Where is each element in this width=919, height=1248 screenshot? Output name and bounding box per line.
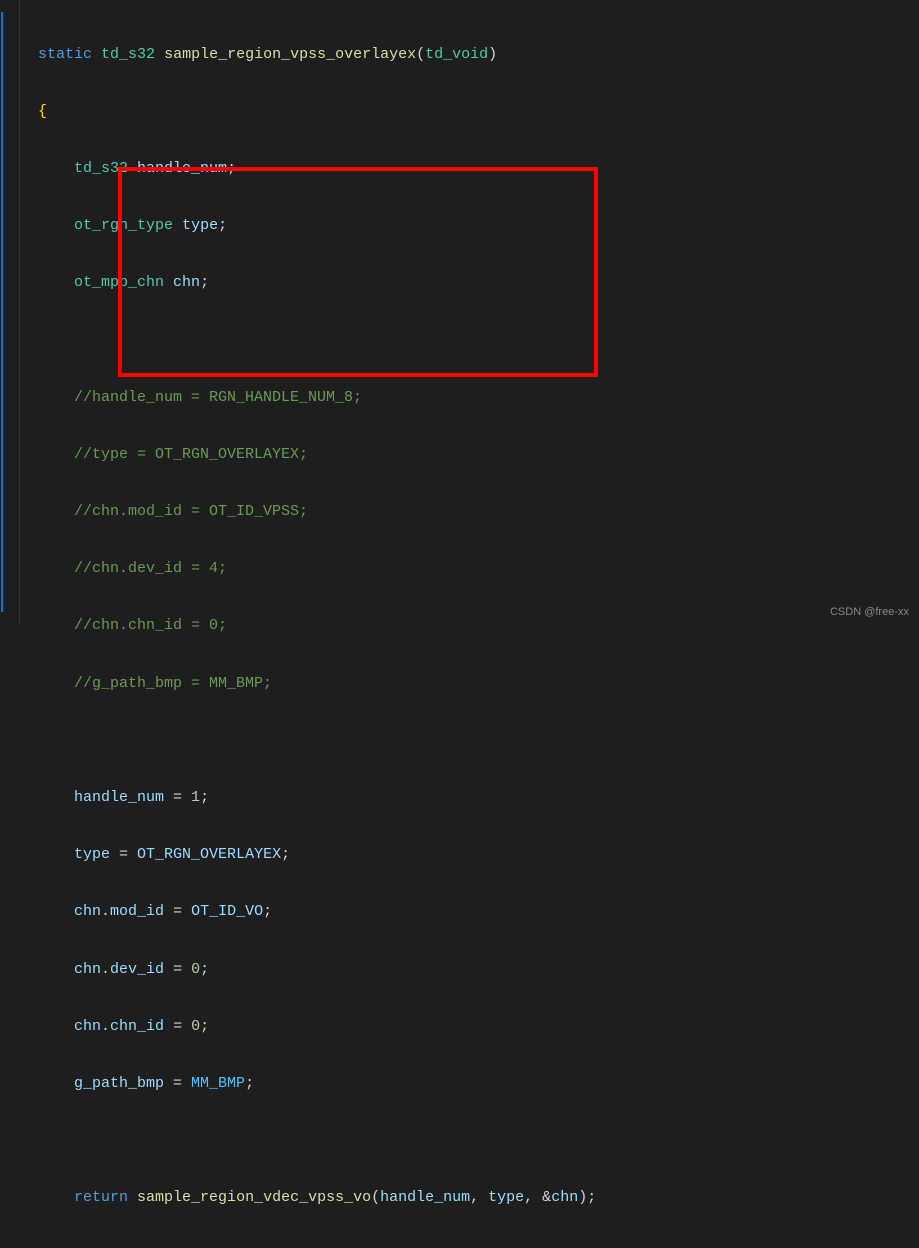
comment-line: //chn.mod_id = OT_ID_VPSS;	[74, 503, 308, 520]
code-line: td_s32 handle_num;	[38, 155, 919, 184]
code-line: chn.dev_id = 0;	[38, 956, 919, 985]
code-line: return sample_region_vdec_vpss_vo(handle…	[38, 1184, 919, 1213]
rparen: )	[578, 1189, 587, 1206]
close-brace: }	[38, 1247, 47, 1248]
code-line: chn.mod_id = OT_ID_VO;	[38, 898, 919, 927]
obj: chn	[74, 961, 101, 978]
code-line: {	[38, 98, 919, 127]
rhs: OT_ID_VO	[191, 903, 263, 920]
semi: ;	[200, 789, 209, 806]
field: dev_id	[110, 961, 164, 978]
semi: ;	[245, 1075, 254, 1092]
code-line: handle_num = 1;	[38, 784, 919, 813]
code-editor: static td_s32 sample_region_vpss_overlay…	[0, 0, 919, 624]
comma: ,	[524, 1189, 542, 1206]
code-line: //chn.dev_id = 4;	[38, 555, 919, 584]
semi: ;	[200, 1018, 209, 1035]
dot: .	[101, 1018, 110, 1035]
code-line: ot_mpp_chn chn;	[38, 269, 919, 298]
code-line: //chn.chn_id = 0;	[38, 612, 919, 641]
semi: ;	[227, 160, 236, 177]
eq: =	[164, 961, 191, 978]
code-area: static td_s32 sample_region_vpss_overlay…	[20, 0, 919, 624]
rhs: MM_BMP	[191, 1075, 245, 1092]
code-line: g_path_bmp = MM_BMP;	[38, 1070, 919, 1099]
comment-line: //handle_num = RGN_HANDLE_NUM_8;	[74, 389, 362, 406]
semi: ;	[200, 961, 209, 978]
semi: ;	[200, 274, 209, 291]
rhs: 0	[191, 961, 200, 978]
kw-return: return	[74, 1189, 128, 1206]
gutter	[0, 0, 20, 624]
rhs: OT_RGN_OVERLAYEX	[137, 846, 281, 863]
comma: ,	[470, 1189, 488, 1206]
eq: =	[164, 903, 191, 920]
fn-name: sample_region_vpss_overlayex	[164, 46, 416, 63]
lparen: (	[416, 46, 425, 63]
comment-line: //chn.dev_id = 4;	[74, 560, 227, 577]
comment-line: //type = OT_RGN_OVERLAYEX;	[74, 446, 308, 463]
semi: ;	[281, 846, 290, 863]
eq: =	[164, 1075, 191, 1092]
semi: ;	[587, 1189, 596, 1206]
code-line: chn.chn_id = 0;	[38, 1013, 919, 1042]
decl-var: type	[182, 217, 218, 234]
decl-type: td_s32	[74, 160, 128, 177]
open-brace: {	[38, 103, 47, 120]
rhs: 1	[191, 789, 200, 806]
semi: ;	[263, 903, 272, 920]
field: mod_id	[110, 903, 164, 920]
code-line: //chn.mod_id = OT_ID_VPSS;	[38, 498, 919, 527]
lparen: (	[371, 1189, 380, 1206]
amp: &	[542, 1189, 551, 1206]
obj: chn	[74, 903, 101, 920]
decl-type: ot_mpp_chn	[74, 274, 164, 291]
lhs: type	[74, 846, 110, 863]
decl-type: ot_rgn_type	[74, 217, 173, 234]
comment-line: //g_path_bmp = MM_BMP;	[74, 675, 272, 692]
code-line	[38, 1127, 919, 1156]
decl-var: chn	[173, 274, 200, 291]
eq: =	[110, 846, 137, 863]
semi: ;	[218, 217, 227, 234]
ret-type: td_s32	[101, 46, 155, 63]
dot: .	[101, 961, 110, 978]
code-line: type = OT_RGN_OVERLAYEX;	[38, 841, 919, 870]
code-line: //handle_num = RGN_HANDLE_NUM_8;	[38, 384, 919, 413]
rparen: )	[488, 46, 497, 63]
code-line: //g_path_bmp = MM_BMP;	[38, 670, 919, 699]
code-line: }	[38, 1242, 919, 1248]
dot: .	[101, 903, 110, 920]
field: chn_id	[110, 1018, 164, 1035]
arg: type	[488, 1189, 524, 1206]
decl-var: handle_num	[137, 160, 227, 177]
obj: chn	[74, 1018, 101, 1035]
code-line: ot_rgn_type type;	[38, 212, 919, 241]
kw-static: static	[38, 46, 92, 63]
code-line: //type = OT_RGN_OVERLAYEX;	[38, 441, 919, 470]
arg: handle_num	[380, 1189, 470, 1206]
lhs: g_path_bmp	[74, 1075, 164, 1092]
code-line	[38, 327, 919, 356]
rhs: 0	[191, 1018, 200, 1035]
space	[128, 1189, 137, 1206]
comment-line: //chn.chn_id = 0;	[74, 617, 227, 634]
lhs: handle_num	[74, 789, 164, 806]
eq: =	[164, 789, 191, 806]
code-line: static td_s32 sample_region_vpss_overlay…	[38, 41, 919, 70]
arg: chn	[551, 1189, 578, 1206]
param-type: td_void	[425, 46, 488, 63]
eq: =	[164, 1018, 191, 1035]
code-line	[38, 727, 919, 756]
call-fn: sample_region_vdec_vpss_vo	[137, 1189, 371, 1206]
watermark-text: CSDN @free-xx	[830, 606, 909, 618]
